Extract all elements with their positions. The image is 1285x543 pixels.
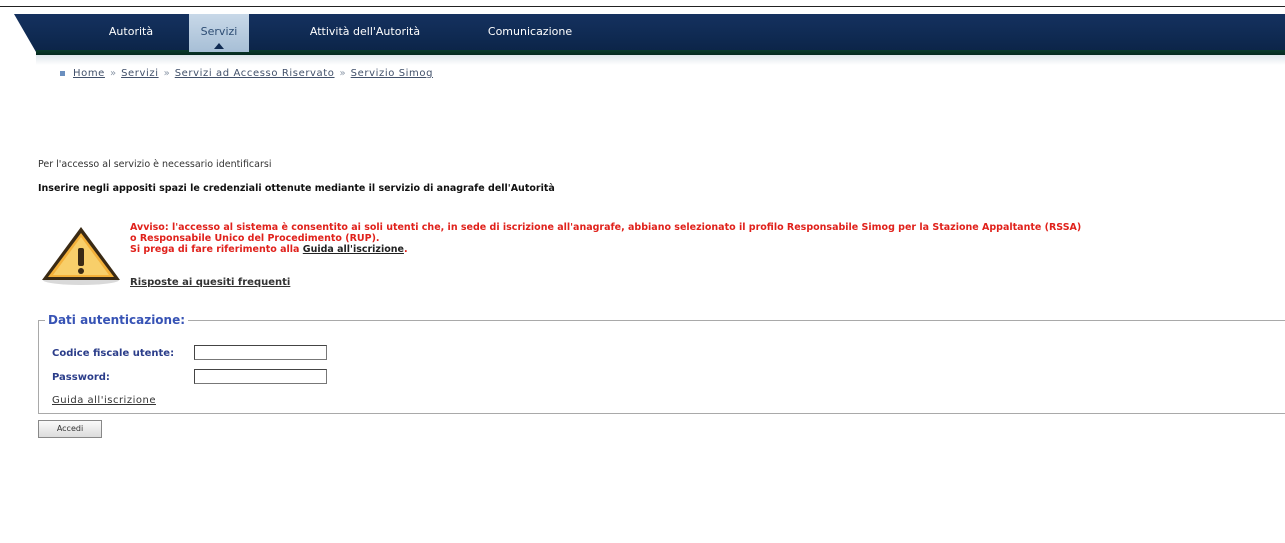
intro-text: Per l'accesso al servizio è necessario i…	[38, 159, 272, 170]
warning-triangle-icon	[42, 227, 120, 285]
breadcrumb: Home » Servizi » Servizi ad Accesso Riservat…	[60, 68, 433, 79]
auth-fieldset	[38, 320, 1285, 414]
warning-line-2: o Responsabile Unico del Procedimento (R…	[130, 233, 380, 244]
nav-item-attivita[interactable]: Attività dell'Autorità	[292, 14, 438, 52]
codice-fiscale-label: Codice fiscale utente:	[52, 348, 175, 359]
intro-instructions: Inserire negli appositi spazi le credenz…	[38, 183, 555, 194]
breadcrumb-servizi-riservato[interactable]: Servizi ad Accesso Riservato	[175, 68, 335, 79]
password-input[interactable]	[194, 369, 327, 384]
codice-fiscale-input[interactable]	[194, 345, 327, 360]
warning-guide-link[interactable]: Guida all'iscrizione	[303, 244, 404, 255]
top-rule	[0, 6, 1285, 7]
nav-item-label: Comunicazione	[487, 25, 573, 38]
warning-line-1: Avviso: l'accesso al sistema è consentit…	[130, 222, 1082, 233]
breadcrumb-separator: »	[339, 68, 346, 79]
warning-line-3-prefix: Si prega di fare riferimento alla	[130, 244, 303, 255]
warning-line-3: Si prega di fare riferimento alla Guida …	[130, 244, 1250, 255]
access-warning: Avviso: l'accesso al sistema è consentit…	[130, 222, 1250, 255]
accedi-button[interactable]: Accedi	[38, 420, 102, 438]
guide-link[interactable]: Guida all'iscrizione	[52, 395, 156, 406]
nav-item-label: Attività dell'Autorità	[309, 25, 421, 38]
auth-legend: Dati autenticazione:	[45, 313, 189, 327]
breadcrumb-separator: »	[109, 68, 117, 79]
password-label: Password:	[52, 372, 110, 383]
nav-shadow	[36, 55, 1285, 65]
breadcrumb-servizio-simog[interactable]: Servizio Simog	[351, 68, 433, 79]
nav-item-servizi[interactable]: Servizi	[189, 14, 249, 52]
nav-item-autorita[interactable]: Autorità	[96, 14, 166, 52]
active-caret-icon	[214, 43, 224, 49]
breadcrumb-home[interactable]: Home	[73, 68, 105, 79]
nav-item-comunicazione[interactable]: Comunicazione	[476, 14, 584, 52]
faq-link[interactable]: Risposte ai quesiti frequenti	[130, 277, 290, 288]
nav-item-label: Autorità	[108, 25, 154, 38]
breadcrumb-bullet-icon	[60, 70, 65, 76]
nav-item-label: Servizi	[200, 25, 238, 38]
breadcrumb-separator: »	[163, 68, 170, 79]
warning-line-3-suffix: .	[403, 244, 408, 255]
breadcrumb-servizi[interactable]: Servizi	[121, 68, 159, 79]
